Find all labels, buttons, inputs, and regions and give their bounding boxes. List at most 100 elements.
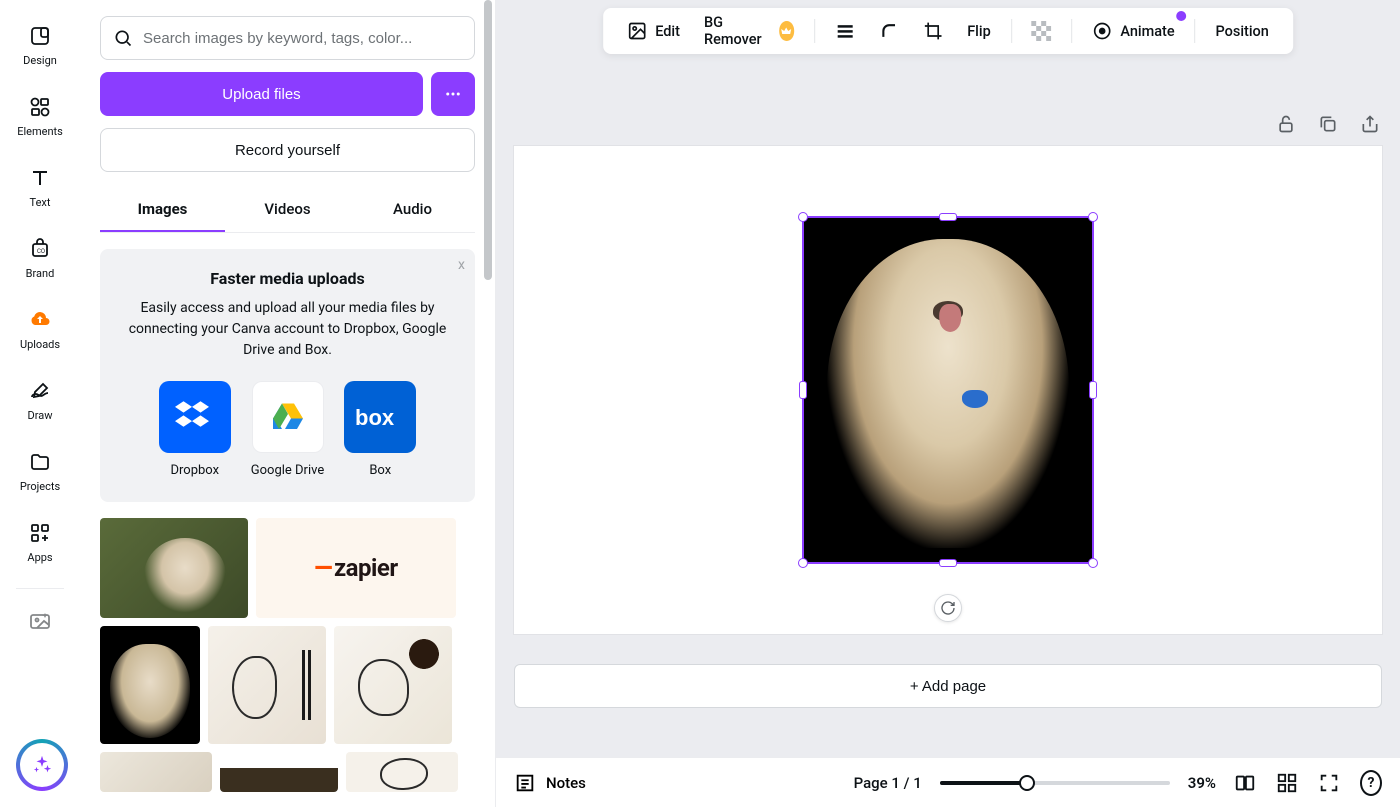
corner-radius-button[interactable]: [869, 15, 909, 47]
notification-dot: [1177, 11, 1187, 21]
page-view-icon[interactable]: [1234, 772, 1256, 794]
google-drive-icon: [252, 381, 324, 453]
notes-button[interactable]: Notes: [514, 772, 586, 794]
edit-icon: [627, 21, 647, 41]
text-icon: [28, 166, 52, 190]
close-icon[interactable]: x: [458, 257, 465, 273]
toolbar-divider: [814, 19, 815, 43]
rail-projects[interactable]: Projects: [4, 442, 76, 505]
align-button[interactable]: [825, 15, 865, 47]
btn-label: Animate: [1120, 23, 1174, 40]
upload-thumbnail[interactable]: [346, 752, 458, 792]
canvas-area: Edit BG Remover Flip Animate: [496, 0, 1400, 757]
rail-brand[interactable]: CO Brand: [4, 229, 76, 292]
tab-audio[interactable]: Audio: [350, 188, 475, 232]
media-tabs: Images Videos Audio: [100, 188, 475, 233]
resize-handle-tr[interactable]: [1088, 212, 1098, 222]
connect-google-drive[interactable]: Google Drive: [251, 381, 324, 478]
search-field[interactable]: [100, 16, 475, 60]
tab-images[interactable]: Images: [100, 188, 225, 232]
bg-remover-button[interactable]: BG Remover: [694, 8, 804, 54]
selected-image[interactable]: [802, 216, 1094, 564]
lock-icon[interactable]: [1274, 112, 1298, 136]
design-icon: [28, 24, 52, 48]
uploads-icon: [28, 308, 52, 332]
upload-thumbnail[interactable]: zapier: [256, 518, 456, 618]
brand-icon: CO: [28, 237, 52, 261]
record-yourself-button[interactable]: Record yourself: [100, 128, 475, 172]
rail-design[interactable]: Design: [4, 16, 76, 79]
animate-icon: [1092, 21, 1112, 41]
flip-button[interactable]: Flip: [957, 17, 1001, 46]
upload-thumbnail[interactable]: [100, 626, 200, 744]
rail-label: Projects: [20, 480, 60, 493]
rail-divider: [16, 588, 64, 589]
rail-uploads[interactable]: Uploads: [4, 300, 76, 363]
connect-box[interactable]: box Box: [344, 381, 416, 478]
page-indicator[interactable]: Page 1 / 1: [854, 774, 922, 792]
rail-label: Design: [23, 54, 57, 67]
upload-thumbnail[interactable]: [220, 752, 338, 792]
connect-dropbox[interactable]: Dropbox: [159, 381, 231, 478]
uploads-panel: Upload files Record yourself Images Vide…: [80, 0, 496, 807]
resize-handle-top[interactable]: [939, 213, 957, 221]
rail-draw[interactable]: Draw: [4, 371, 76, 434]
upload-files-button[interactable]: Upload files: [100, 72, 423, 116]
slider-thumb[interactable]: [1019, 775, 1035, 791]
duplicate-icon[interactable]: [1316, 112, 1340, 136]
toolbar-divider: [1011, 19, 1012, 43]
btn-label: Flip: [967, 23, 991, 40]
btn-label: BG Remover: [704, 14, 767, 48]
btn-label: Position: [1215, 23, 1268, 40]
upload-thumbnail[interactable]: [334, 626, 452, 744]
app-label: Dropbox: [170, 463, 219, 478]
resize-handle-tl[interactable]: [798, 212, 808, 222]
corner-icon: [879, 21, 899, 41]
panel-scrollbar[interactable]: [481, 0, 495, 807]
scrollbar-thumb[interactable]: [484, 0, 492, 280]
resize-handle-br[interactable]: [1088, 558, 1098, 568]
upload-thumbnail[interactable]: [208, 626, 326, 744]
rail-more[interactable]: [4, 601, 76, 645]
app-label: Google Drive: [251, 463, 324, 478]
share-icon[interactable]: [1358, 112, 1382, 136]
elements-icon: [28, 95, 52, 119]
transparency-button[interactable]: [1022, 15, 1062, 47]
rail-label: Draw: [28, 409, 53, 422]
grid-view-icon[interactable]: [1276, 772, 1298, 794]
rail-apps[interactable]: Apps: [4, 513, 76, 576]
resize-handle-left[interactable]: [799, 381, 807, 399]
rail-label: Text: [30, 196, 51, 209]
upload-thumbnail[interactable]: [100, 518, 248, 618]
search-input[interactable]: [143, 30, 462, 47]
magic-button[interactable]: [16, 739, 68, 791]
zoom-value[interactable]: 39%: [1188, 774, 1216, 792]
animate-button[interactable]: Animate: [1082, 15, 1184, 47]
fullscreen-icon[interactable]: [1318, 772, 1340, 794]
rail-text[interactable]: Text: [4, 158, 76, 221]
crown-icon: [779, 21, 795, 41]
notes-label: Notes: [546, 774, 586, 792]
resize-handle-bottom[interactable]: [939, 559, 957, 567]
add-page-button[interactable]: + Add page: [514, 664, 1382, 708]
rail-label: Brand: [26, 267, 55, 280]
toolbar-divider: [1072, 19, 1073, 43]
edit-image-button[interactable]: Edit: [617, 15, 690, 47]
tab-videos[interactable]: Videos: [225, 188, 350, 232]
more-icon: [444, 85, 462, 103]
zoom-slider[interactable]: [940, 781, 1170, 785]
position-button[interactable]: Position: [1205, 17, 1278, 46]
upload-thumbnail[interactable]: [100, 752, 212, 792]
rail-elements[interactable]: Elements: [4, 87, 76, 150]
help-button[interactable]: ?: [1360, 772, 1382, 794]
canvas-page[interactable]: [514, 146, 1382, 634]
crop-button[interactable]: [913, 15, 953, 47]
resize-handle-bl[interactable]: [798, 558, 808, 568]
rotate-handle[interactable]: [934, 594, 962, 622]
draw-icon: [28, 379, 52, 403]
dropbox-icon: [159, 381, 231, 453]
resize-handle-right[interactable]: [1089, 381, 1097, 399]
upload-more-button[interactable]: [431, 72, 475, 116]
connect-apps-promo: x Faster media uploads Easily access and…: [100, 249, 475, 502]
help-icon: ?: [1360, 770, 1382, 796]
